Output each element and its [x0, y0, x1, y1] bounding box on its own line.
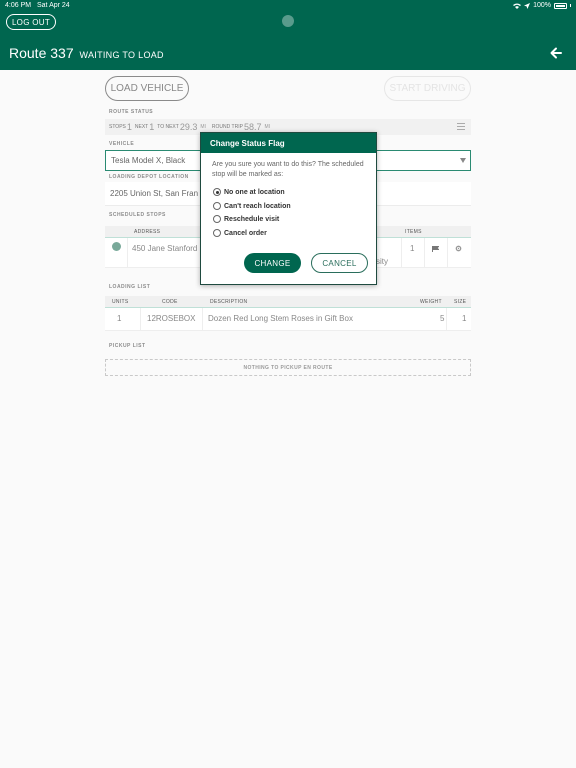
- vehicle-value: Tesla Model X, Black: [111, 156, 186, 165]
- vehicle-label: VEHICLE: [109, 141, 135, 147]
- loading-indicator: [282, 15, 294, 27]
- units-column-header: UNITS: [112, 299, 129, 305]
- status-date: Sat Apr 24: [37, 2, 70, 9]
- loading-list-label: LOADING LIST: [109, 284, 151, 290]
- wifi-icon: [513, 3, 522, 9]
- status-bar: 4:06 PM Sat Apr 24 100%: [0, 0, 576, 12]
- stop-status-indicator[interactable]: [112, 242, 121, 251]
- status-option-cancel-order[interactable]: Cancel order: [213, 228, 267, 238]
- route-status-text: WAITING TO LOAD: [79, 50, 164, 60]
- status-option-reschedule[interactable]: Reschedule visit: [213, 214, 279, 224]
- radio-button[interactable]: [213, 229, 221, 237]
- stop-items: 1: [410, 244, 415, 253]
- status-option-no-one[interactable]: No one at location: [213, 187, 285, 197]
- stops-value: 1: [126, 122, 132, 132]
- option-label: Can't reach location: [224, 202, 291, 210]
- to-next-unit: MI: [200, 124, 206, 130]
- round-trip-value: 58.7: [243, 122, 262, 132]
- row-divider: [140, 308, 141, 331]
- load-vehicle-button[interactable]: LOAD VEHICLE: [105, 76, 189, 101]
- option-label: Cancel order: [224, 229, 267, 237]
- item-size: 1: [462, 314, 467, 323]
- table-row[interactable]: 1 12ROSEBOX Dozen Red Long Stem Roses in…: [105, 308, 471, 331]
- route-title: Route 337: [9, 45, 74, 61]
- status-indicators: 100%: [513, 2, 571, 9]
- stop-address: 450 Jane Stanford: [132, 244, 198, 253]
- size-column-header: SIZE: [454, 299, 467, 305]
- pickup-list-label: PICKUP LIST: [109, 343, 146, 349]
- item-description: Dozen Red Long Stem Roses in Gift Box: [208, 314, 353, 323]
- items-column-header: ITEMS: [405, 229, 422, 235]
- battery-icon: [554, 2, 567, 9]
- page-title: Route 337 WAITING TO LOAD: [9, 45, 164, 61]
- address-column-header: ADDRESS: [134, 229, 161, 235]
- row-divider: [424, 238, 425, 268]
- dialog-title: Change Status Flag: [201, 133, 376, 153]
- to-next-label: TO NEXT: [157, 124, 179, 130]
- change-status-dialog: Change Status Flag Are you sure you want…: [200, 132, 377, 285]
- logout-button[interactable]: LOG OUT: [6, 14, 56, 30]
- round-trip-label: ROUND TRIP: [211, 124, 243, 130]
- route-status-label: ROUTE STATUS: [109, 109, 154, 115]
- app-header: 4:06 PM Sat Apr 24 100% LOG OUT Route 33…: [0, 0, 576, 70]
- chevron-down-icon: [460, 158, 466, 163]
- item-weight: 5: [440, 314, 445, 323]
- row-divider: [401, 238, 402, 268]
- battery-tip: [570, 4, 571, 7]
- item-code: 12ROSEBOX: [147, 314, 196, 323]
- change-button[interactable]: CHANGE: [244, 253, 301, 273]
- code-column-header: CODE: [162, 299, 178, 305]
- flag-icon[interactable]: [432, 246, 439, 252]
- dialog-message: Are you sure you want to do this? The sc…: [212, 161, 364, 178]
- option-label: Reschedule visit: [224, 215, 280, 223]
- status-time: 4:06 PM: [5, 2, 32, 9]
- loading-table-header: UNITS CODE DESCRIPTION WEIGHT SIZE: [105, 296, 471, 308]
- depot-label: LOADING DEPOT LOCATION: [109, 174, 189, 180]
- cancel-button[interactable]: CANCEL: [311, 253, 368, 273]
- scheduled-stops-label: SCHEDULED STOPS: [109, 212, 166, 218]
- radio-button[interactable]: [213, 188, 221, 196]
- next-label: NEXT: [134, 124, 149, 130]
- option-label: No one at location: [224, 188, 285, 196]
- depot-value: 2205 Union St, San Fran: [110, 189, 199, 198]
- location-arrow-icon: [524, 2, 531, 9]
- pickup-empty-state: NOTHING TO PICKUP EN ROUTE: [105, 359, 471, 376]
- menu-icon[interactable]: [457, 123, 465, 130]
- next-value: 1: [149, 122, 155, 132]
- item-units: 1: [117, 314, 122, 323]
- stop-address-tail: sity: [376, 257, 388, 266]
- radio-button[interactable]: [213, 215, 221, 223]
- to-next-value: 29.3: [179, 122, 198, 132]
- start-driving-button[interactable]: START DRIVING: [384, 76, 471, 101]
- row-divider: [202, 308, 203, 331]
- description-column-header: DESCRIPTION: [210, 299, 248, 305]
- stops-label: STOPS: [109, 124, 126, 130]
- radio-button[interactable]: [213, 202, 221, 210]
- status-option-cant-reach[interactable]: Can't reach location: [213, 201, 291, 211]
- weight-column-header: WEIGHT: [420, 299, 442, 305]
- row-divider: [127, 238, 128, 268]
- row-divider: [447, 238, 448, 268]
- back-arrow-icon[interactable]: [550, 47, 562, 59]
- gear-icon[interactable]: [455, 245, 462, 252]
- battery-percent: 100%: [533, 2, 551, 9]
- row-divider: [446, 308, 447, 331]
- round-trip-unit: MI: [264, 124, 271, 130]
